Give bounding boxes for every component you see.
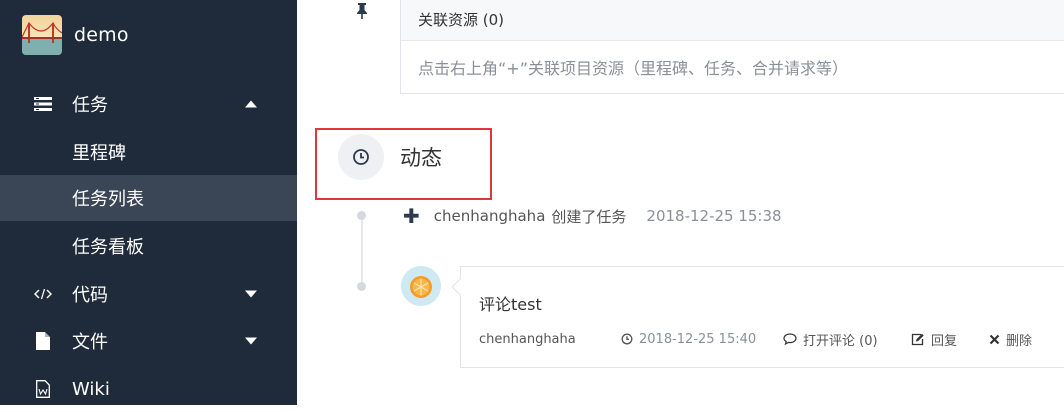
wiki-document-icon: [34, 380, 52, 398]
related-resources-hint: 点击右上角“+”关联项目资源（里程碑、任务、合并请求等）: [418, 59, 848, 78]
sidebar-item-wiki[interactable]: Wiki: [0, 366, 297, 412]
comment-meta: chenhanghaha 2018-12-25 15:40 打开评论 (0) 回…: [479, 329, 1032, 349]
task-detail-main: 关联资源 (0) 点击右上角“+”关联项目资源（里程碑、任务、合并请求等） 动态…: [297, 0, 1064, 405]
comment-card-pointer: [451, 278, 469, 296]
comment-card: 评论test chenhanghaha 2018-12-25 15:40 打开评…: [451, 266, 1064, 368]
comment-time: 2018-12-25 15:40: [621, 332, 783, 347]
delete-button[interactable]: 删除: [989, 330, 1032, 349]
sidebar-item-tasks[interactable]: 任务: [0, 81, 297, 127]
related-resources-header: 关联资源 (0): [401, 0, 1064, 41]
clock-icon: [621, 333, 633, 345]
clock-icon: [338, 134, 384, 180]
project-name: demo: [74, 24, 129, 46]
comment-text: 评论test: [479, 295, 542, 314]
avatar[interactable]: [401, 266, 441, 306]
sidebar-subitem-task-list[interactable]: 任务列表: [0, 175, 297, 221]
project-logo: [22, 15, 62, 55]
edit-icon: [911, 333, 924, 345]
chevron-down-icon[interactable]: [245, 290, 257, 298]
sidebar-subitem-task-board[interactable]: 任务看板: [0, 223, 297, 269]
related-resources-panel: 关联资源 (0) 点击右上角“+”关联项目资源（里程碑、任务、合并请求等）: [400, 0, 1064, 94]
sidebar-subitem-milestones[interactable]: 里程碑: [0, 129, 297, 175]
activity-title: 动态: [400, 146, 442, 170]
open-comments-label: 打开评论 (0): [803, 333, 878, 349]
speech-bubble-icon: [783, 333, 797, 345]
activity-event-created: ✚ chenhanghaha 创建了任务 2018-12-25 15:38: [403, 204, 782, 228]
chevron-up-icon[interactable]: [245, 100, 257, 108]
sidebar-item-label: 代码: [72, 285, 108, 306]
project-brand[interactable]: demo: [22, 15, 129, 55]
event-action: 创建了任务: [551, 207, 627, 226]
reply-label: 回复: [931, 333, 958, 349]
open-comments-button[interactable]: 打开评论 (0): [783, 330, 911, 349]
plus-icon: ✚: [403, 204, 420, 228]
sidebar-subitem-label: 任务列表: [72, 189, 144, 210]
sidebar-item-label: 任务: [72, 95, 108, 116]
timeline-dot: [357, 211, 366, 220]
pin-icon: [354, 2, 370, 20]
timeline-dot: [357, 282, 366, 291]
comment-author[interactable]: chenhanghaha: [479, 332, 621, 347]
sidebar: demo 任务 里程碑 任务列表 任务看板 代码 文件 Wiki: [0, 0, 297, 405]
close-icon: [989, 334, 1000, 344]
sidebar-item-files[interactable]: 文件: [0, 318, 297, 364]
event-user[interactable]: chenhanghaha: [434, 207, 546, 225]
sidebar-subitem-label: 任务看板: [72, 237, 144, 258]
sidebar-item-code[interactable]: 代码: [0, 271, 297, 317]
sidebar-item-label: Wiki: [72, 378, 110, 400]
comment-time-text: 2018-12-25 15:40: [639, 331, 757, 347]
list-icon: [34, 95, 52, 113]
file-icon: [34, 332, 52, 350]
event-time: 2018-12-25 15:38: [646, 207, 782, 225]
reply-button[interactable]: 回复: [911, 330, 989, 349]
sidebar-subitem-label: 里程碑: [72, 143, 126, 164]
timeline-line: [361, 215, 363, 287]
chevron-down-icon[interactable]: [245, 337, 257, 345]
delete-label: 删除: [1006, 333, 1033, 349]
code-icon: [34, 285, 52, 303]
sidebar-item-label: 文件: [72, 332, 108, 353]
